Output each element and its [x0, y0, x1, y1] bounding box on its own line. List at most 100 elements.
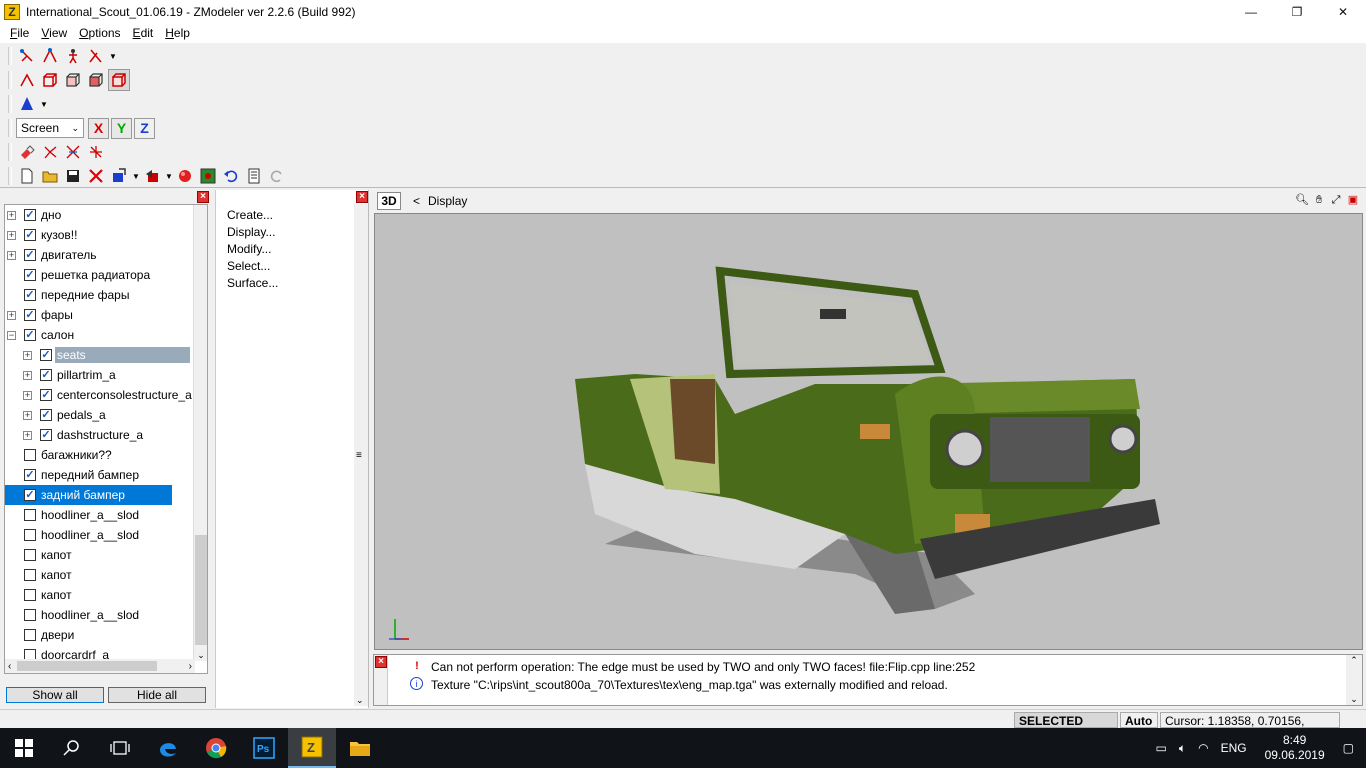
- command-modify[interactable]: Modify...: [227, 242, 271, 256]
- edge-mode-icon[interactable]: [39, 45, 61, 67]
- splitter-grip-icon[interactable]: ≡: [356, 450, 362, 461]
- menu-help[interactable]: Help: [159, 26, 196, 40]
- file-explorer-icon[interactable]: [336, 728, 384, 768]
- chevron-down-icon[interactable]: ⌄: [356, 695, 364, 706]
- visibility-checkbox[interactable]: ✓: [40, 409, 52, 421]
- axis-z-toggle[interactable]: Z: [134, 117, 155, 139]
- minimize-button[interactable]: —: [1228, 0, 1274, 23]
- volume-icon[interactable]: 🔈︎: [1179, 741, 1186, 756]
- vertex-mode-icon[interactable]: [16, 45, 38, 67]
- menu-view[interactable]: View: [35, 26, 73, 40]
- command-display[interactable]: Display...: [227, 225, 275, 239]
- tree-item[interactable]: hoodliner_a__slod: [5, 505, 141, 525]
- close-button[interactable]: ✕: [1320, 0, 1366, 23]
- menu-edit[interactable]: Edit: [127, 26, 160, 40]
- chevron-down-icon[interactable]: ▼: [164, 172, 174, 181]
- material-editor-icon[interactable]: [197, 165, 219, 187]
- tree-expander-icon[interactable]: +: [23, 410, 32, 420]
- visibility-checkbox[interactable]: [24, 609, 36, 621]
- visibility-checkbox[interactable]: [24, 509, 36, 521]
- chevron-down-icon[interactable]: ▼: [108, 52, 118, 61]
- task-view-icon[interactable]: [96, 728, 144, 768]
- figure-mode-icon[interactable]: [62, 45, 84, 67]
- notifications-icon[interactable]: ▢: [1343, 741, 1354, 755]
- zmodeler-app-icon[interactable]: Z: [4, 3, 20, 20]
- scrollbar-thumb[interactable]: [17, 661, 157, 671]
- command-scrollbar[interactable]: ≡ ⌄: [354, 204, 368, 706]
- visibility-checkbox[interactable]: ✓: [24, 229, 36, 241]
- tree-item[interactable]: + ✓ pedals_a: [5, 405, 108, 425]
- scrollbar-thumb[interactable]: [195, 535, 207, 645]
- vertices-icon[interactable]: [16, 69, 38, 91]
- clock[interactable]: 8:49 09.06.2019: [1265, 733, 1325, 763]
- pan-hand-icon[interactable]: ✋︎: [1311, 192, 1327, 208]
- visibility-checkbox[interactable]: ✓: [24, 469, 36, 481]
- polygons-cube-icon[interactable]: [85, 69, 107, 91]
- properties-icon[interactable]: [243, 165, 265, 187]
- tree-item[interactable]: + ✓ centerconsolestructure_a: [5, 385, 194, 405]
- tree-horizontal-scrollbar[interactable]: ‹ ›: [5, 659, 195, 673]
- axis-x-toggle[interactable]: X: [88, 117, 109, 139]
- close-icon[interactable]: ×: [375, 656, 387, 668]
- visibility-checkbox[interactable]: [24, 589, 36, 601]
- tree-vertical-scrollbar[interactable]: ⌄: [193, 205, 207, 661]
- tree-item[interactable]: hoodliner_a__slod: [5, 605, 141, 625]
- tree-expander-icon[interactable]: +: [23, 390, 32, 400]
- export-icon[interactable]: [141, 165, 163, 187]
- visibility-checkbox[interactable]: ✓: [40, 389, 52, 401]
- chevron-down-icon[interactable]: ▼: [131, 172, 141, 181]
- maximize-viewport-icon[interactable]: ▣: [1345, 192, 1361, 208]
- tree-item[interactable]: капот: [5, 585, 74, 605]
- chevron-down-icon[interactable]: ⌄: [194, 650, 207, 661]
- visibility-checkbox[interactable]: ✓: [24, 489, 36, 501]
- chevron-up-icon[interactable]: ⌃: [1346, 655, 1362, 666]
- tree-item[interactable]: ✓ задний бампер: [5, 485, 172, 505]
- menu-options[interactable]: Options: [73, 26, 126, 40]
- visibility-checkbox[interactable]: ✓: [24, 269, 36, 281]
- save-icon[interactable]: [62, 165, 84, 187]
- 3d-viewport[interactable]: [374, 213, 1363, 650]
- tree-item[interactable]: двери: [5, 625, 76, 645]
- visibility-checkbox[interactable]: [24, 449, 36, 461]
- visibility-checkbox[interactable]: ✓: [24, 249, 36, 261]
- edge-browser-icon[interactable]: [144, 728, 192, 768]
- tree-expander-icon[interactable]: −: [7, 330, 16, 340]
- visibility-checkbox[interactable]: [24, 549, 36, 561]
- chrome-browser-icon[interactable]: [192, 728, 240, 768]
- undo-icon[interactable]: [220, 165, 242, 187]
- photoshop-icon[interactable]: Ps: [240, 728, 288, 768]
- visibility-checkbox[interactable]: ✓: [40, 429, 52, 441]
- search-icon[interactable]: [48, 728, 96, 768]
- chevron-down-icon[interactable]: ⌄: [1346, 694, 1362, 705]
- faces-cube-icon[interactable]: [62, 69, 84, 91]
- tree-item[interactable]: + ✓ кузов!!: [5, 225, 79, 245]
- hide-all-button[interactable]: Hide all: [108, 687, 206, 703]
- log-scrollbar[interactable]: ⌃ ⌄: [1346, 655, 1362, 705]
- tree-expander-icon[interactable]: +: [7, 230, 16, 240]
- visibility-checkbox[interactable]: ✓: [24, 289, 36, 301]
- import-icon[interactable]: [108, 165, 130, 187]
- tree-expander-icon[interactable]: +: [7, 250, 16, 260]
- edges-cube-icon[interactable]: [39, 69, 61, 91]
- visibility-checkbox[interactable]: [24, 629, 36, 641]
- axis-space-select[interactable]: Screen ⌄: [16, 118, 84, 138]
- view-mode-button[interactable]: 3D: [377, 192, 401, 210]
- visibility-checkbox[interactable]: ✓: [24, 209, 36, 221]
- scale-axis-icon[interactable]: [85, 141, 107, 163]
- delete-icon[interactable]: [85, 165, 107, 187]
- tree-item[interactable]: + ✓ двигатель: [5, 245, 99, 265]
- tree-expander-icon[interactable]: +: [23, 370, 32, 380]
- redo-icon[interactable]: [266, 165, 288, 187]
- visibility-checkbox[interactable]: ✓: [24, 309, 36, 321]
- tree-item[interactable]: + ✓ pillartrim_a: [5, 365, 118, 385]
- visibility-checkbox[interactable]: ✓: [40, 369, 52, 381]
- tree-item[interactable]: − ✓ салон: [5, 325, 76, 345]
- render-sphere-icon[interactable]: [174, 165, 196, 187]
- command-select[interactable]: Select...: [227, 259, 270, 273]
- tree-item[interactable]: + ✓ dashstructure_a: [5, 425, 145, 445]
- new-file-icon[interactable]: [16, 165, 38, 187]
- wifi-icon[interactable]: ◠: [1198, 741, 1208, 755]
- tree-item[interactable]: капот: [5, 565, 74, 585]
- tree-item[interactable]: + ✓ seats: [5, 345, 190, 365]
- chevron-left-icon[interactable]: ‹: [8, 661, 11, 672]
